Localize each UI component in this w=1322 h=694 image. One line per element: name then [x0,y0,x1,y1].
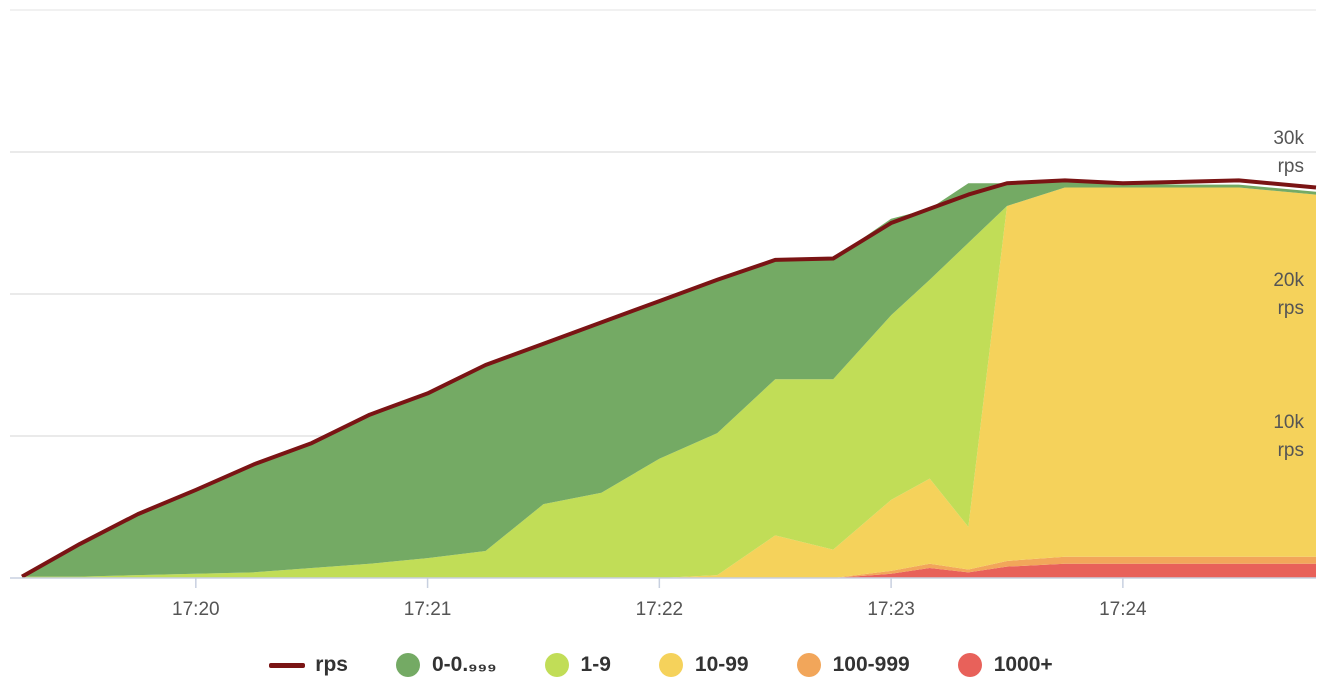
legend-label-10-99: 10-99 [694,653,749,676]
x-tick-label: 17:22 [636,599,684,620]
legend-item-rps[interactable]: rps [269,653,348,677]
legend-label-rps: rps [315,653,348,676]
rps-latency-area-chart: 17:20 17:21 17:22 17:23 17:24 10k rps 20k rps 30… [10,9,1317,620]
y-tick-label-value: 10k [1273,412,1304,433]
x-tick-label: 17:23 [867,599,915,620]
legend-item-1000-plus[interactable]: 1000+ [957,653,1053,677]
legend-label-100-999: 100-999 [832,653,910,676]
y-tick-label-value: 30k [1273,128,1304,149]
legend-item-10-99[interactable]: 10-99 [658,653,749,677]
legend-item-1-9[interactable]: 1-9 [544,653,611,677]
x-axis: 17:20 17:21 17:22 17:23 17:24 [10,577,1316,620]
y-tick-label-value: 20k [1273,270,1304,291]
legend-swatch-1000-plus [957,653,982,677]
legend-item-100-999[interactable]: 100-999 [796,653,910,677]
legend-swatch-100-999 [796,653,821,677]
y-tick-label-unit: rps [1278,440,1304,461]
legend-label-0-0999: 0-0.₉₉₉ [431,653,497,676]
legend-swatch-0-0999 [395,653,420,677]
y-tick-label-unit: rps [1278,156,1304,177]
legend-swatch-10-99 [658,653,683,677]
x-tick-label: 17:20 [172,599,220,620]
x-tick-label: 17:21 [404,599,452,620]
legend-label-1-9: 1-9 [580,653,611,676]
legend-swatch-1-9 [544,653,569,677]
legend-item-0-0999[interactable]: 0-0.₉₉₉ [395,653,497,677]
legend-swatch-rps [269,662,306,668]
legend-label-1000-plus: 1000+ [993,653,1053,676]
chart-legend: rps 0-0.₉₉₉ 1-9 10-99 100-999 1000+ [0,640,1322,690]
y-tick-label-unit: rps [1278,298,1304,319]
stacked-areas [22,180,1316,578]
x-tick-label: 17:24 [1099,599,1147,620]
